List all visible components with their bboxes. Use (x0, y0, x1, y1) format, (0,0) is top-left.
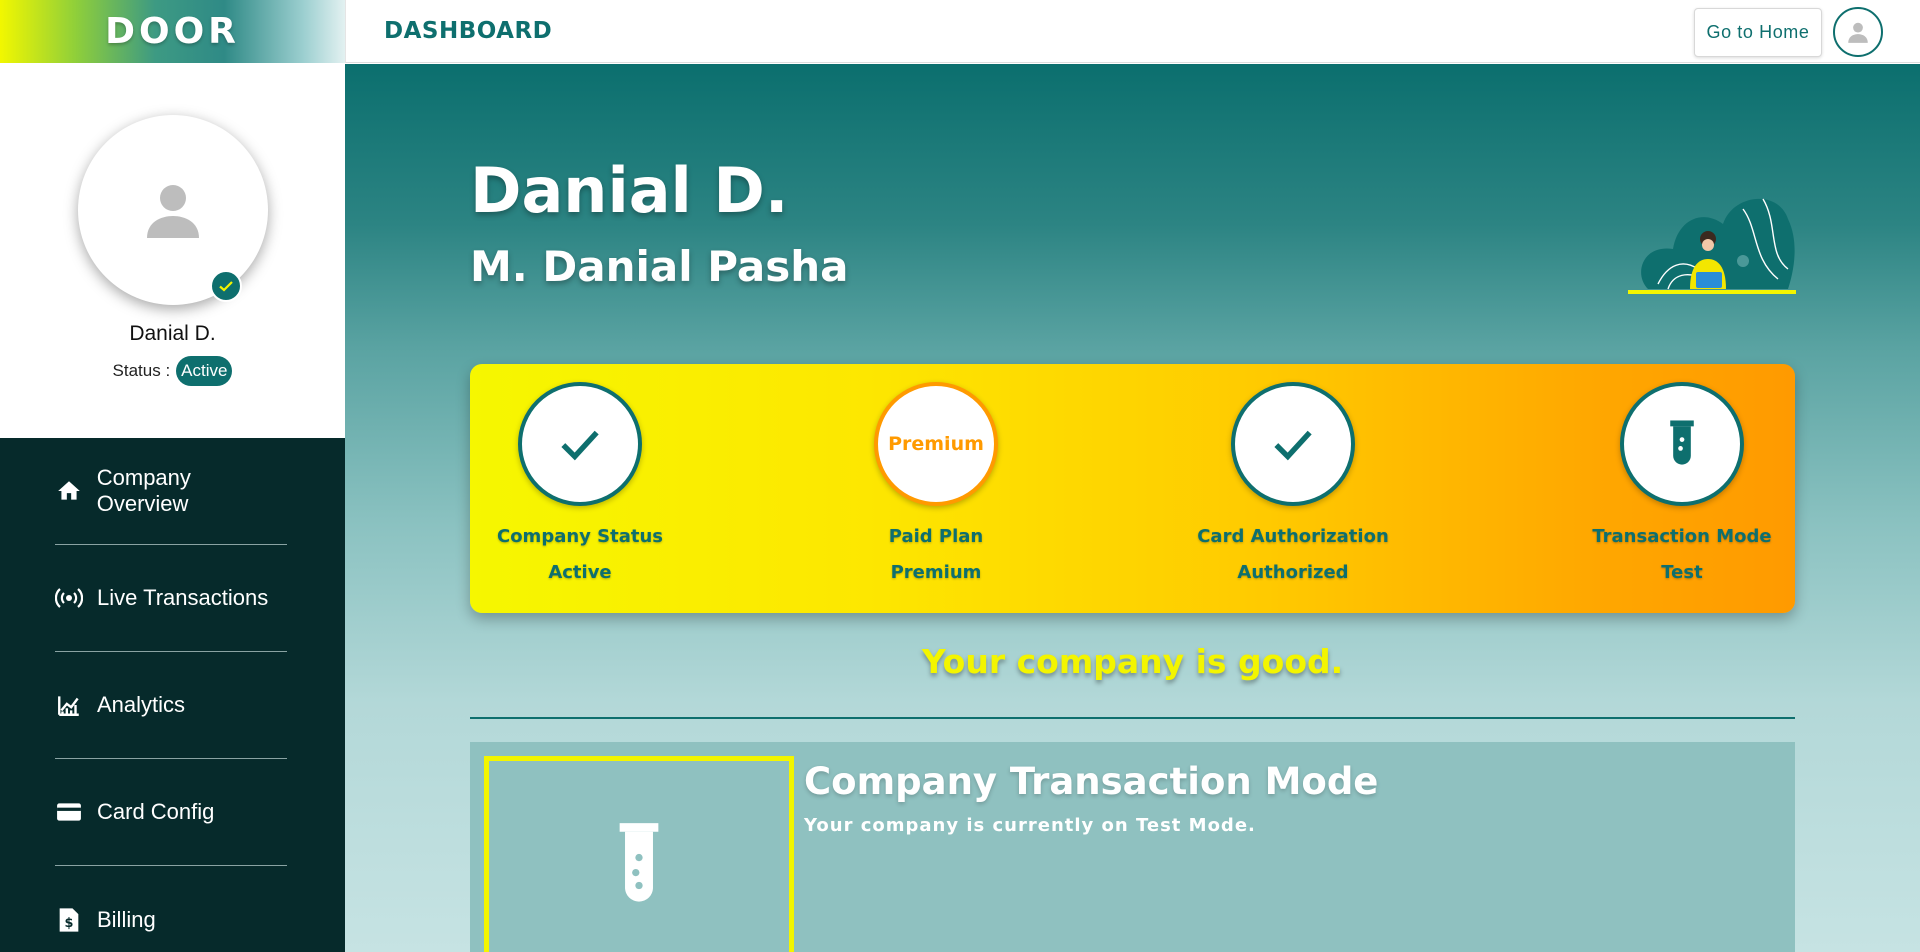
stat-label: Card Authorization (1197, 526, 1389, 547)
sidebar-nav: Company Overview Live Transactions Analy… (0, 438, 345, 952)
sidebar-item-card-config[interactable]: Card Config (55, 759, 287, 866)
user-placeholder-icon (147, 185, 199, 238)
test-tube-icon (1670, 420, 1694, 465)
stat-value: Active (548, 562, 612, 583)
premium-badge: Premium (888, 433, 984, 455)
svg-text:$: $ (65, 916, 74, 931)
check-icon (1274, 430, 1312, 461)
stat-value: Test (1661, 562, 1703, 583)
page-title: DASHBOARD (384, 18, 553, 44)
home-icon (55, 477, 83, 505)
status-label: Status : (112, 361, 171, 380)
sidebar: DOOR Danial D. Status : Active Company O… (0, 0, 345, 952)
status-badge: Active (176, 356, 233, 386)
sidebar-item-live-transactions[interactable]: Live Transactions (55, 545, 287, 652)
broadcast-icon (55, 584, 83, 612)
hero-name: Danial D. (470, 154, 789, 227)
top-bar: DASHBOARD Go to Home (345, 0, 1920, 63)
stat-value: Authorized (1237, 562, 1349, 583)
transaction-mode-panel: Company Transaction Mode Your company is… (470, 742, 1795, 952)
main-content: Danial D. M. Danial Pasha Company Status… (345, 64, 1920, 952)
stat-paid-plan: Premium Paid Plan Premium (826, 382, 1046, 583)
stat-label: Paid Plan (888, 526, 984, 547)
profile-name: Danial D. (129, 322, 216, 345)
stat-circle (518, 382, 642, 506)
sidebar-item-billing[interactable]: $ Billing (55, 866, 287, 952)
analytics-icon (55, 691, 83, 719)
stat-circle: Premium (874, 382, 998, 506)
stat-circle (1620, 382, 1744, 506)
company-health-message: Your company is good. (921, 642, 1344, 681)
section-divider (470, 717, 1795, 719)
stat-card-authorization: Card Authorization Authorized (1183, 382, 1403, 583)
check-badge-icon (210, 270, 242, 302)
stat-circle (1231, 382, 1355, 506)
go-to-home-button[interactable]: Go to Home (1694, 8, 1822, 57)
check-icon (561, 430, 599, 461)
sidebar-item-company-overview[interactable]: Company Overview (55, 438, 287, 545)
profile-panel: Danial D. Status : Active (0, 63, 345, 438)
test-tube-icon (619, 823, 659, 902)
sidebar-item-analytics[interactable]: Analytics (55, 652, 287, 759)
stat-value: Premium (890, 562, 982, 583)
stat-label: Company Status (496, 526, 664, 547)
stat-company-status: Company Status Active (470, 382, 690, 583)
transaction-mode-title: Company Transaction Mode (804, 760, 1379, 803)
sidebar-item-label: Billing (97, 906, 156, 932)
credit-card-icon (55, 798, 83, 826)
billing-icon: $ (55, 906, 83, 934)
person-at-laptop-illustration (1628, 198, 1796, 294)
user-icon (1848, 22, 1868, 43)
sidebar-item-label: Card Config (97, 799, 215, 824)
transaction-mode-image (484, 756, 794, 952)
sidebar-item-label: Company Overview (96, 465, 191, 516)
status-row: Status : Active (0, 356, 345, 386)
hero-full-name: M. Danial Pasha (470, 242, 849, 291)
stat-label: Transaction Mode (1592, 526, 1772, 547)
sidebar-item-label: Analytics (97, 692, 186, 717)
sidebar-item-label: Live Transactions (97, 585, 269, 610)
user-menu-avatar[interactable] (1833, 7, 1883, 57)
brand-logo[interactable]: DOOR (105, 11, 240, 52)
stat-transaction-mode: Transaction Mode Test (1572, 382, 1792, 583)
company-status-card: Company Status Active Premium Paid Plan … (470, 364, 1795, 613)
brand-bar: DOOR (0, 0, 345, 63)
transaction-mode-description: Your company is currently on Test Mode. (804, 815, 1256, 836)
